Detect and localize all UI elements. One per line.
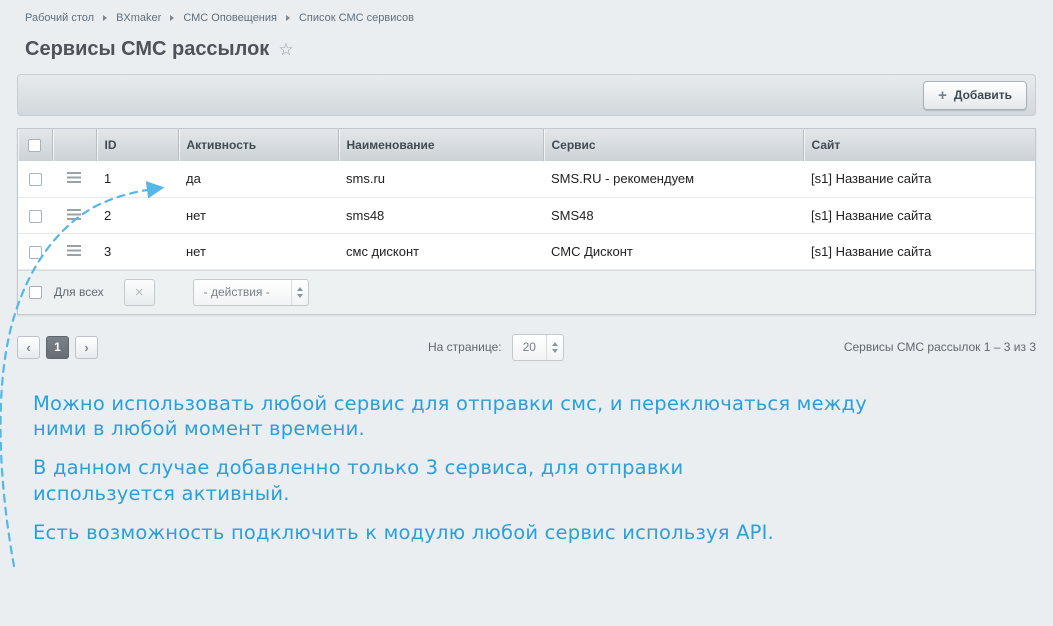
breadcrumb-separator-icon	[286, 15, 290, 21]
per-page-spinner-icon	[546, 335, 563, 360]
cell-name: sms.ru	[338, 161, 543, 197]
table-header-row: ID Активность Наименование Сервис Сайт	[18, 129, 1035, 161]
menu-column-header	[52, 129, 96, 161]
page: Рабочий стол BXmaker СМС Оповещения Спис…	[0, 0, 1053, 546]
favorite-star-icon[interactable]: ☆	[278, 40, 293, 60]
next-page-button[interactable]: ›	[75, 336, 98, 359]
actions-dropdown-value: - действия -	[194, 285, 280, 299]
column-header-site[interactable]: Сайт	[803, 129, 1035, 161]
current-page-button[interactable]: 1	[46, 336, 69, 359]
cell-id: 3	[96, 233, 178, 269]
select-all-checkbox[interactable]	[28, 139, 41, 152]
table-row: 2 нет sms48 SMS48 [s1] Название сайта	[18, 197, 1035, 233]
row-checkbox[interactable]	[29, 246, 42, 259]
title-row: Сервисы СМС рассылок ☆	[25, 38, 1036, 61]
column-header-active[interactable]: Активность	[178, 129, 338, 161]
breadcrumb-separator-icon	[103, 15, 107, 21]
per-page-label: На странице:	[428, 340, 502, 354]
cell-active: да	[178, 161, 338, 197]
per-page-control: На странице: 20	[428, 334, 564, 361]
pagination-row: ‹ 1 › На странице: 20 Сервисы СМС рассыл…	[17, 334, 1036, 361]
annotations: Можно использовать любой сервис для отпр…	[33, 391, 1036, 547]
for-all-checkbox[interactable]	[29, 286, 42, 299]
page-title: Сервисы СМС рассылок	[25, 38, 269, 61]
add-button[interactable]: + Добавить	[923, 81, 1027, 110]
pager-summary: Сервисы СМС рассылок 1 – 3 из 3	[844, 340, 1036, 354]
cell-active: нет	[178, 197, 338, 233]
cell-site: [s1] Название сайта	[803, 197, 1035, 233]
per-page-value: 20	[513, 340, 546, 354]
row-checkbox[interactable]	[29, 173, 42, 186]
row-menu-icon[interactable]	[67, 172, 81, 183]
column-header-id[interactable]: ID	[96, 129, 178, 161]
per-page-select[interactable]: 20	[512, 334, 564, 361]
cell-active: нет	[178, 233, 338, 269]
breadcrumb-item-desktop[interactable]: Рабочий стол	[25, 12, 94, 24]
row-checkbox[interactable]	[29, 210, 42, 223]
breadcrumb-separator-icon	[170, 15, 174, 21]
cell-service: СМС Дисконт	[543, 233, 803, 269]
select-all-header	[18, 129, 52, 161]
dropdown-spinner-icon	[291, 280, 308, 305]
breadcrumb-item-sms-services-list[interactable]: Список СМС сервисов	[299, 12, 414, 24]
prev-page-button[interactable]: ‹	[17, 336, 40, 359]
pager: ‹ 1 ›	[17, 336, 98, 359]
for-all-label: Для всех	[54, 285, 104, 299]
cell-service: SMS.RU - рекомендуем	[543, 161, 803, 197]
cell-id: 2	[96, 197, 178, 233]
plus-icon: +	[938, 88, 947, 103]
annotation-line-2: В данном случае добавленно только 3 серв…	[33, 455, 778, 507]
grid-footer: Для всех × - действия -	[18, 270, 1035, 314]
cell-name: смс дисконт	[338, 233, 543, 269]
sms-services-grid: ID Активность Наименование Сервис Сайт 1	[17, 128, 1036, 315]
cell-service: SMS48	[543, 197, 803, 233]
table-row: 1 да sms.ru SMS.RU - рекомендуем [s1] На…	[18, 161, 1035, 197]
cell-site: [s1] Название сайта	[803, 161, 1035, 197]
sms-services-table: ID Активность Наименование Сервис Сайт 1	[18, 129, 1035, 270]
breadcrumb: Рабочий стол BXmaker СМС Оповещения Спис…	[25, 12, 1036, 24]
actions-dropdown[interactable]: - действия -	[193, 279, 309, 306]
toolbar: + Добавить	[17, 74, 1036, 116]
cell-site: [s1] Название сайта	[803, 233, 1035, 269]
cell-id: 1	[96, 161, 178, 197]
table-row: 3 нет смс дисконт СМС Дисконт [s1] Назва…	[18, 233, 1035, 269]
column-header-name[interactable]: Наименование	[338, 129, 543, 161]
column-header-service[interactable]: Сервис	[543, 129, 803, 161]
add-button-label: Добавить	[954, 88, 1012, 102]
row-menu-icon[interactable]	[67, 245, 81, 256]
annotation-line-1: Можно использовать любой сервис для отпр…	[33, 391, 893, 443]
cell-name: sms48	[338, 197, 543, 233]
breadcrumb-item-sms-notifications[interactable]: СМС Оповещения	[183, 12, 277, 24]
row-menu-icon[interactable]	[67, 209, 81, 220]
annotation-line-3: Есть возможность подключить к модулю люб…	[33, 520, 1036, 546]
breadcrumb-item-bxmaker[interactable]: BXmaker	[116, 12, 161, 24]
clear-selection-button[interactable]: ×	[124, 279, 155, 306]
